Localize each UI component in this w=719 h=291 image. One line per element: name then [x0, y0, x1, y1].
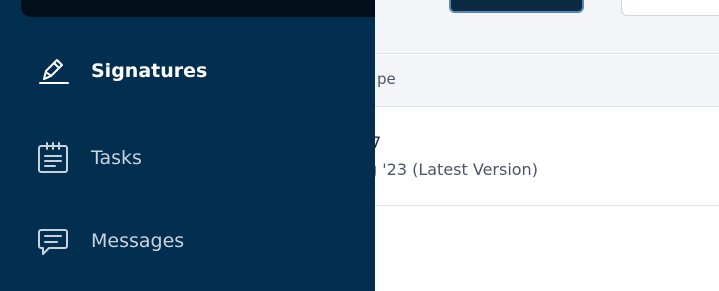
- nav-item-label: Signatures: [91, 60, 208, 82]
- table-header-type-column[interactable]: pe: [377, 70, 396, 88]
- clipboard-icon: [35, 140, 71, 176]
- background-primary-button[interactable]: [449, 0, 584, 13]
- navigation-drawer: Signatures Tasks Messages: [0, 0, 375, 291]
- background-search-input[interactable]: [621, 0, 719, 16]
- nav-item-label: Messages: [91, 230, 185, 252]
- nav-item-signatures[interactable]: Signatures: [0, 43, 375, 99]
- signature-pen-icon: [35, 53, 71, 89]
- nav-item-tasks[interactable]: Tasks: [0, 130, 375, 186]
- chat-bubble-icon: [35, 223, 71, 259]
- row-version-text: g '23 (Latest Version): [367, 160, 538, 179]
- drawer-top-bar: [21, 0, 375, 17]
- nav-item-label: Tasks: [91, 147, 142, 169]
- nav-item-messages[interactable]: Messages: [0, 213, 375, 269]
